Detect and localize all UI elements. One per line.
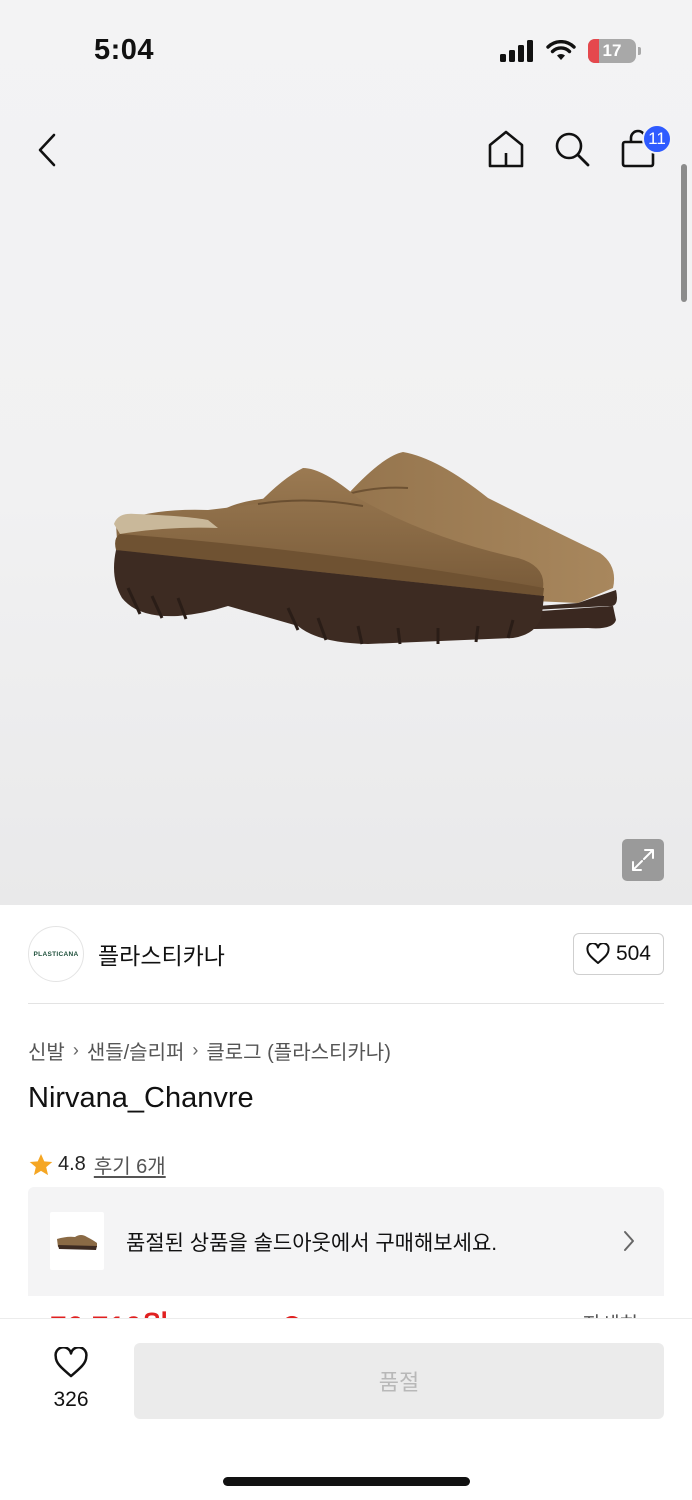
breadcrumb-separator-icon: › bbox=[72, 1040, 79, 1060]
breadcrumb-separator-icon: › bbox=[192, 1040, 199, 1060]
scrollbar[interactable] bbox=[681, 164, 687, 302]
heart-icon bbox=[54, 1346, 88, 1378]
breadcrumb-item[interactable]: 신발 bbox=[28, 1036, 65, 1065]
brand-logo-text: PLASTICANA bbox=[33, 950, 79, 958]
heart-icon bbox=[586, 943, 610, 964]
home-icon bbox=[488, 130, 524, 168]
status-indicators: 17 bbox=[500, 38, 641, 64]
expand-image-button[interactable] bbox=[622, 839, 664, 881]
brand-row[interactable]: PLASTICANA 플라스티카나 504 bbox=[28, 926, 664, 982]
rating-row: 4.8 후기 6개 bbox=[28, 1150, 166, 1179]
brand-logo[interactable]: PLASTICANA bbox=[28, 926, 84, 982]
product-hero: 5:04 17 11 bbox=[0, 0, 692, 905]
cart-count-badge: 11 bbox=[642, 124, 672, 154]
wishlist-button[interactable]: 326 bbox=[40, 1346, 102, 1412]
home-button[interactable] bbox=[486, 126, 526, 172]
product-title: Nirvana_Chanvre bbox=[28, 1082, 254, 1114]
battery-level: 17 bbox=[602, 41, 622, 60]
divider bbox=[28, 1003, 664, 1004]
brand-like-button[interactable]: 504 bbox=[572, 933, 664, 975]
brand-like-count: 504 bbox=[615, 942, 651, 965]
chevron-right-icon bbox=[624, 1231, 634, 1251]
signal-icon bbox=[500, 40, 533, 62]
bottom-action-bar: 326 품절 bbox=[0, 1318, 692, 1500]
soldout-banner[interactable]: 품절된 상품을 솔드아웃에서 구매해보세요. bbox=[28, 1187, 664, 1307]
star-icon bbox=[29, 1153, 53, 1175]
brand-name[interactable]: 플라스티카나 bbox=[98, 937, 225, 971]
wifi-icon bbox=[546, 40, 576, 60]
search-button[interactable] bbox=[552, 126, 592, 172]
wishlist-count: 326 bbox=[53, 1388, 89, 1411]
rating-value: 4.8 bbox=[58, 1153, 86, 1175]
product-image[interactable] bbox=[108, 438, 628, 666]
review-link[interactable]: 후기 6개 bbox=[94, 1150, 166, 1179]
breadcrumb: 신발 › 샌들/슬리퍼 › 클로그 (플라스티카나) bbox=[28, 1036, 391, 1065]
back-button[interactable] bbox=[36, 130, 66, 170]
status-time: 5:04 bbox=[94, 34, 155, 66]
search-icon bbox=[555, 132, 590, 167]
back-chevron-icon bbox=[38, 133, 56, 167]
soldout-button[interactable]: 품절 bbox=[134, 1343, 664, 1419]
battery-icon: 17 bbox=[588, 39, 641, 63]
home-indicator bbox=[223, 1477, 470, 1486]
soldout-message: 품절된 상품을 솔드아웃에서 구매해보세요. bbox=[126, 1232, 498, 1255]
breadcrumb-item[interactable]: 클로그 (플라스티카나) bbox=[206, 1036, 390, 1065]
top-nav-actions: 11 bbox=[486, 124, 672, 172]
expand-icon bbox=[632, 849, 654, 871]
cart-button[interactable]: 11 bbox=[618, 124, 672, 172]
breadcrumb-item[interactable]: 샌들/슬리퍼 bbox=[87, 1036, 185, 1065]
soldout-thumbnail bbox=[50, 1212, 104, 1270]
